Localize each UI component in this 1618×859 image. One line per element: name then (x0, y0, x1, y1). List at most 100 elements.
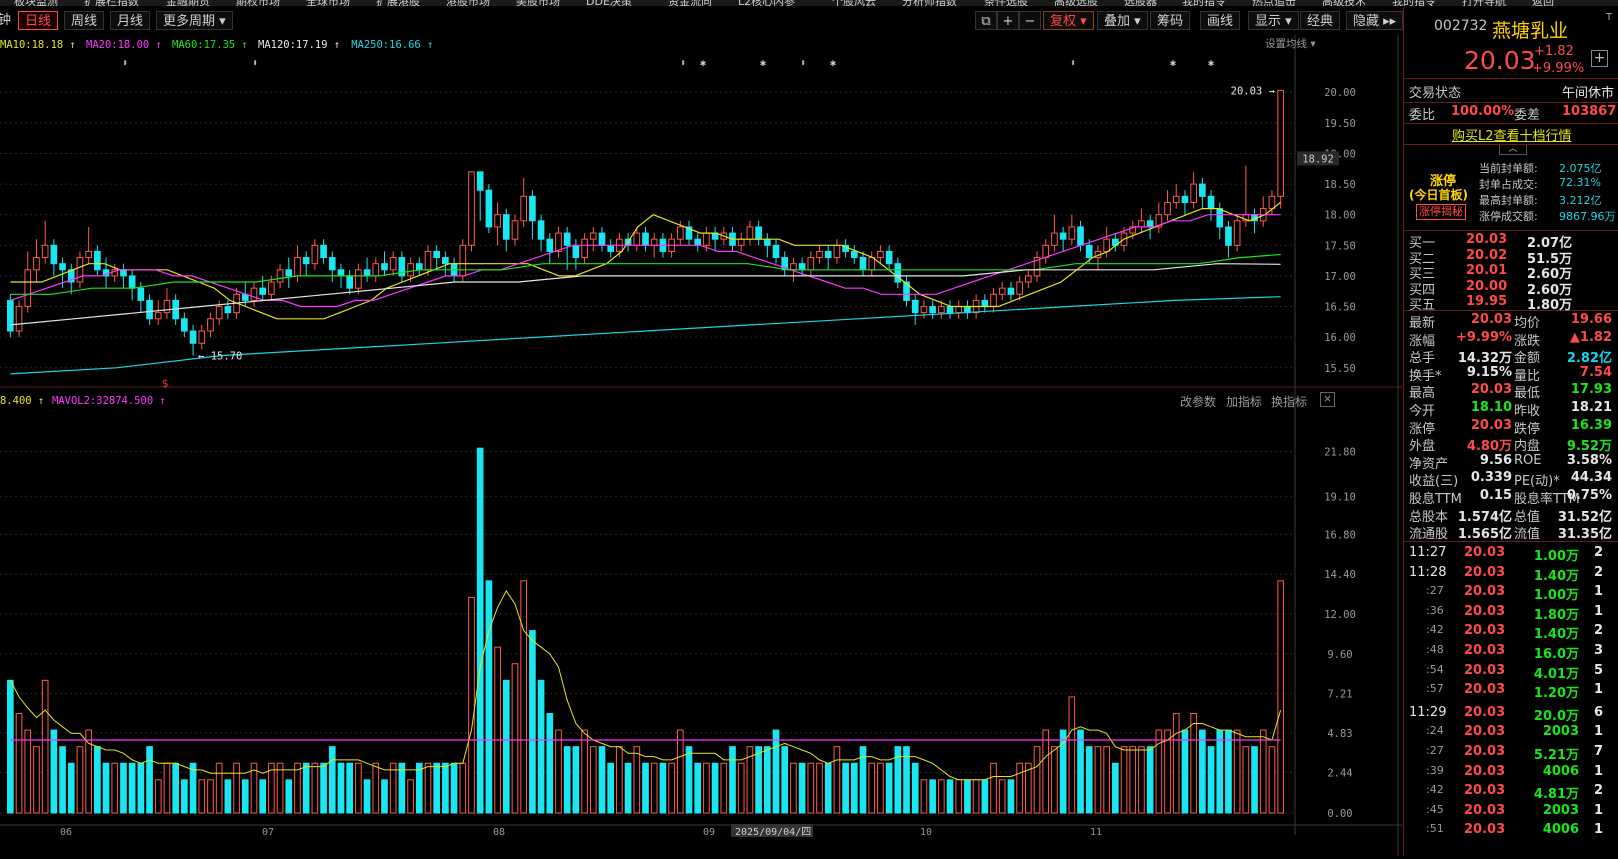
volume-tick-label: 9.60 (1327, 649, 1352, 661)
edit-params-button[interactable]: 改参数 (1180, 393, 1216, 410)
stat-value: 0.15 (1479, 488, 1512, 503)
top-menu-item[interactable]: 返回 (1532, 0, 1554, 6)
candle-body (1181, 195, 1189, 203)
candle-body (1025, 275, 1032, 283)
volume-tick-label: 16.80 (1324, 529, 1356, 541)
volume-bar (729, 746, 736, 814)
zoom-in-icon[interactable]: + (997, 11, 1019, 30)
bid-price: 20.02 (1466, 247, 1508, 263)
top-menu-item[interactable]: 高级技术 (1322, 0, 1366, 6)
top-menu-item[interactable]: 个股风云 (832, 0, 876, 6)
top-menu-item[interactable]: L2核心内参 (738, 0, 795, 6)
tick-time: 11:28 (1409, 564, 1447, 580)
volume-bar (607, 762, 615, 814)
ma-settings-button[interactable]: 设置均线 ▾ (1265, 36, 1316, 51)
top-menu-item[interactable]: 扩展栏指数 (84, 0, 139, 6)
l2-purchase-link[interactable]: 购买L2查看十档行情 (1452, 125, 1572, 144)
hide-button[interactable]: 隐藏 ▸▸ (1346, 11, 1404, 30)
top-menu-item[interactable]: 港股市场 (446, 0, 490, 6)
top-menu-item[interactable]: 美股市场 (516, 0, 560, 6)
top-menu-item[interactable]: 扩展港股 (376, 0, 420, 6)
tick-price: 20.03 (1464, 783, 1506, 799)
stat-value: 18.10 (1470, 400, 1512, 415)
top-menu-item[interactable]: 期权市场 (236, 0, 280, 6)
copy-icon[interactable]: ⧉ (975, 11, 997, 30)
display-dropdown[interactable]: 显示 ▾ (1248, 11, 1299, 30)
add-indicator-button[interactable]: 加指标 (1226, 393, 1262, 410)
candle-body (1059, 232, 1067, 240)
top-menu-item[interactable]: DDE决策 (586, 0, 632, 6)
switch-indicator-button[interactable]: 换指标 (1271, 393, 1307, 410)
tab-weekly[interactable]: 周线 (64, 11, 105, 30)
top-menu-item[interactable]: 热点追击 (1252, 0, 1296, 6)
volume-bar (833, 746, 841, 814)
volume-bar (233, 762, 240, 814)
top-menu-item[interactable]: 资金流向 (668, 0, 712, 6)
top-menu-item[interactable]: 板块监测 (14, 0, 58, 6)
more-period-dropdown[interactable]: 更多周期 ▾ (156, 11, 233, 30)
volume-tick-label: 4.83 (1327, 728, 1352, 740)
volume-bar (1051, 746, 1058, 814)
classic-button[interactable]: 经典 (1300, 11, 1341, 30)
volume-bar (137, 762, 145, 814)
stock-name: 燕塘乳业 (1492, 20, 1569, 42)
volume-bar (363, 779, 371, 814)
stat-label: 均价 (1514, 316, 1541, 331)
chips-button[interactable]: 筹码 (1150, 11, 1191, 30)
tick-price: 20.03 (1464, 545, 1506, 560)
top-menu-item[interactable]: 选股器 (1124, 0, 1157, 6)
tick-volume: 2003 (1542, 724, 1579, 740)
collapse-chevron-icon[interactable]: ︿ (1499, 145, 1527, 155)
volume-bar (1138, 746, 1145, 814)
candle-body (911, 299, 919, 314)
tick-price: 20.03 (1464, 623, 1506, 639)
candle-body (94, 250, 101, 271)
kline-chart-area[interactable]: 20.00 19.50 19.00 18.50 18.00 17.50 17.00 16.50… (0, 35, 1402, 856)
volume-bar (172, 762, 179, 814)
top-menu-item[interactable]: 打开导航 (1462, 0, 1506, 6)
ma-legend-item: MA10:18.18 ↑ (0, 39, 76, 51)
volume-bar (415, 762, 423, 814)
top-menu-item[interactable]: 分析师指数 (902, 0, 957, 6)
high-price-label: 20.03 → (1231, 85, 1275, 97)
volume-bar (868, 762, 876, 814)
ma-line-ma120 (10, 263, 1281, 326)
candle-body (581, 238, 588, 259)
candle-body (137, 287, 145, 301)
draw-button[interactable]: 画线 (1200, 11, 1241, 30)
top-menu-item[interactable]: 条件选股 (984, 0, 1028, 6)
candle-body (41, 244, 49, 259)
volume-bar (581, 729, 588, 814)
limit-info-value: 3.212亿 (1559, 194, 1602, 207)
tick-time: :27 (1426, 744, 1444, 757)
top-menu-item[interactable]: 全球市场 (306, 0, 350, 6)
kline-chart-svg[interactable]: 20.0019.5019.0018.5018.0017.5017.0016.50… (0, 35, 1402, 856)
overlay-dropdown[interactable]: 叠加 ▾ (1097, 11, 1148, 30)
candle-body (1216, 208, 1224, 228)
top-menu-item[interactable]: 高级选股 (1054, 0, 1098, 6)
tick-time: :45 (1426, 802, 1444, 816)
volume-tick-label: 21.80 (1324, 446, 1356, 458)
xaxis-label: 10 (920, 827, 932, 838)
volume-bar (737, 762, 745, 814)
close-icon[interactable]: × (1320, 392, 1335, 407)
tab-monthly[interactable]: 月线 (110, 11, 151, 30)
top-menu-item[interactable]: 我的指令 (1392, 0, 1436, 6)
zoom-out-icon[interactable]: − (1019, 11, 1041, 30)
add-watchlist-icon[interactable]: + (1591, 50, 1608, 67)
volume-bar (755, 746, 762, 814)
top-menu-item[interactable]: 金融期货 (166, 0, 210, 6)
tick-time: :27 (1426, 584, 1444, 598)
low-price-label: ← 15.70 (198, 351, 242, 363)
info-marker-icon: ✱ (830, 58, 836, 69)
xaxis-label: 11 (1090, 827, 1102, 838)
minute-tab[interactable]: 钟 (0, 11, 17, 30)
adjust-dropdown[interactable]: 复权 ▾ (1043, 11, 1094, 30)
volume-bar (146, 746, 153, 814)
volume-bar (181, 779, 188, 814)
candle-body (676, 226, 684, 240)
tab-daily[interactable]: 日线 (18, 11, 59, 30)
stat-label: PE(动)* (1514, 474, 1560, 490)
top-menu-item[interactable]: 我的指令 (1182, 0, 1226, 6)
tick-count: 1 (1594, 724, 1604, 740)
